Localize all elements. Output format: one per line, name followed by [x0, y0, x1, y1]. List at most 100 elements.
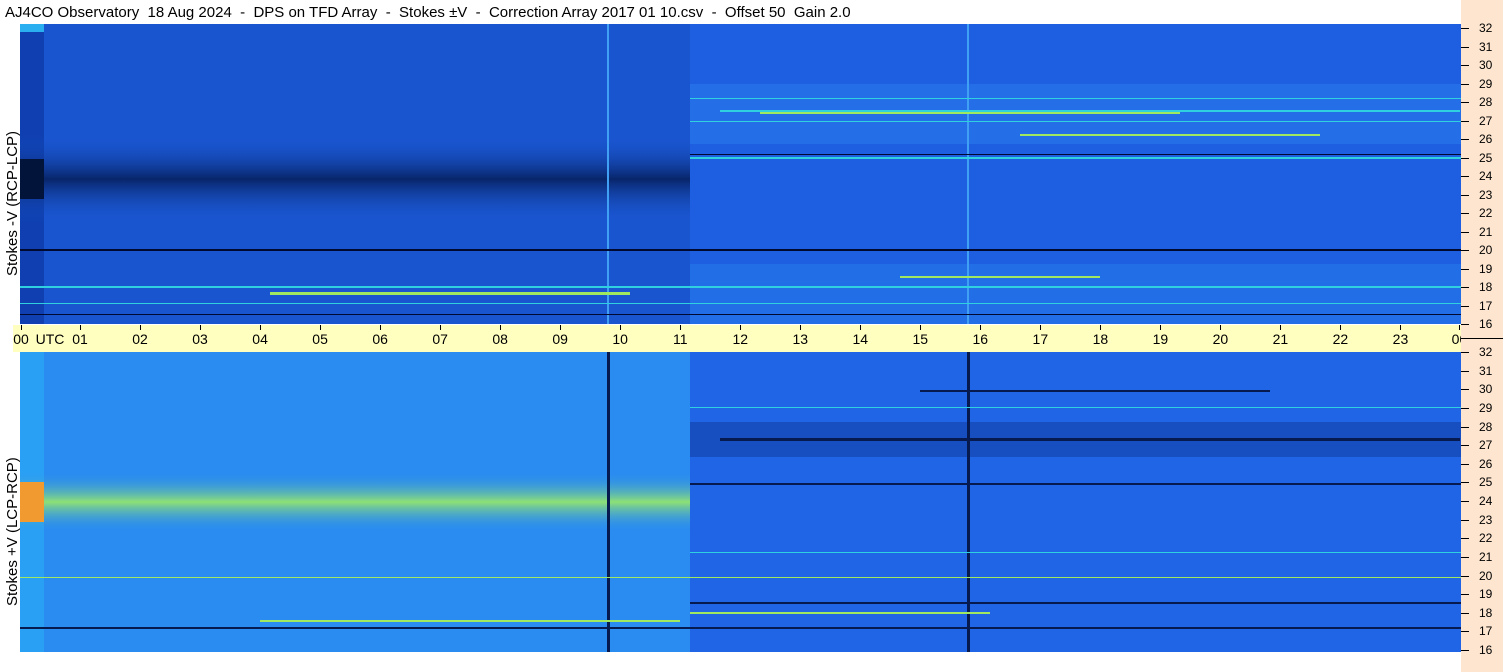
- freq-axis-tick: [1461, 306, 1469, 307]
- time-axis-label-5: 05: [312, 331, 328, 347]
- time-axis-label-2: 02: [132, 331, 148, 347]
- time-axis-label-19: 19: [1152, 331, 1169, 347]
- freq-axis-tick: [1461, 520, 1469, 521]
- freq-label-bottom-23: 23: [1479, 513, 1493, 527]
- freq-axis-tick: [1461, 613, 1469, 614]
- time-axis-tick: [560, 325, 562, 330]
- time-axis-tick: [380, 325, 382, 330]
- freq-label-top-21: 21: [1479, 225, 1493, 239]
- freq-axis-tick: [1461, 287, 1469, 288]
- spectrogram-stokes-plus-v: [20, 352, 1461, 652]
- time-axis-unit-utc: UTC: [35, 331, 65, 347]
- time-axis-label-18: 18: [1092, 331, 1109, 347]
- freq-axis-tick: [1461, 576, 1469, 577]
- freq-label-top-22: 22: [1479, 206, 1493, 220]
- freq-axis-tick: [1461, 389, 1469, 390]
- freq-axis-tick: [1461, 445, 1469, 446]
- freq-axis-tick: [1461, 594, 1469, 595]
- freq-label-bottom-28: 28: [1479, 420, 1493, 434]
- time-axis-tick: [980, 325, 982, 330]
- spectrogram-plus-v-image: [20, 352, 1461, 652]
- time-axis-label-20: 20: [1212, 331, 1229, 347]
- time-axis-tick: [21, 325, 22, 330]
- time-axis-label-8: 08: [492, 331, 508, 347]
- freq-axis-tick: [1461, 408, 1469, 409]
- freq-label-top-30: 30: [1479, 58, 1493, 72]
- time-axis-tick: [1400, 325, 1402, 330]
- freq-axis-tick: [1461, 631, 1469, 632]
- freq-label-top-19: 19: [1479, 262, 1493, 276]
- freq-label-top-18: 18: [1479, 280, 1493, 294]
- freq-axis-tick: [1461, 139, 1469, 140]
- time-axis-label-1: 01: [72, 331, 88, 347]
- freq-label-top-26: 26: [1479, 132, 1493, 146]
- time-axis-label-23: 23: [1392, 331, 1409, 347]
- freq-axis-tick: [1461, 232, 1469, 233]
- time-axis-tick: [920, 325, 922, 330]
- freq-label-bottom-29: 29: [1479, 401, 1493, 415]
- freq-label-top-28: 28: [1479, 95, 1493, 109]
- freq-label-top-24: 24: [1479, 169, 1493, 183]
- ylabel-stokes-plus-v: Stokes +V (LCP-RCP): [4, 457, 21, 606]
- time-axis: 00 UTC 01 02 03 04 05 06 07 08 09 10 11 12 13 14 15 16 17 1…: [13, 325, 1495, 352]
- time-axis-label-11: 11: [672, 331, 688, 347]
- freq-label-bottom-17: 17: [1479, 624, 1493, 638]
- time-axis-label-16: 16: [972, 331, 989, 347]
- freq-axis-separator: [1461, 338, 1503, 339]
- freq-axis-tick: [1461, 538, 1469, 539]
- time-axis-label-0: 00: [13, 331, 29, 347]
- ylabel-stokes-minus-v: Stokes -V (RCP-LCP): [4, 130, 21, 276]
- freq-axis-tick: [1461, 213, 1469, 214]
- freq-axis-tick: [1461, 324, 1469, 325]
- time-axis-label-6: 06: [372, 331, 388, 347]
- freq-axis-tick: [1461, 427, 1469, 428]
- time-axis-tick: [1160, 325, 1162, 330]
- freq-axis-tick: [1461, 158, 1469, 159]
- time-axis-tick: [740, 325, 742, 330]
- freq-label-top-17: 17: [1479, 299, 1493, 313]
- freq-label-bottom-24: 24: [1479, 494, 1493, 508]
- freq-label-top-29: 29: [1479, 77, 1493, 91]
- time-axis-label-22: 22: [1332, 331, 1349, 347]
- time-axis-tick: [800, 325, 802, 330]
- freq-axis-tick: [1461, 195, 1469, 196]
- page-title: AJ4CO Observatory 18 Aug 2024 - DPS on T…: [5, 4, 851, 21]
- time-axis-label-21: 21: [1272, 331, 1289, 347]
- freq-axis-tick: [1461, 121, 1469, 122]
- time-axis-label-7: 07: [432, 331, 448, 347]
- freq-axis-tick: [1461, 47, 1469, 48]
- freq-label-bottom-20: 20: [1479, 569, 1493, 583]
- freq-axis-tick: [1461, 28, 1469, 29]
- freq-label-bottom-19: 19: [1479, 587, 1493, 601]
- time-axis-tick: [140, 325, 142, 330]
- time-axis-tick: [1340, 325, 1342, 330]
- time-axis-label-3: 03: [192, 331, 208, 347]
- time-axis-tick: [320, 325, 322, 330]
- spectrogram-stokes-minus-v: [20, 24, 1461, 324]
- freq-axis-tick: [1461, 65, 1469, 66]
- freq-label-top-16: 16: [1479, 317, 1493, 331]
- freq-axis-tick: [1461, 482, 1469, 483]
- freq-label-top-31: 31: [1479, 40, 1493, 54]
- freq-axis-tick: [1461, 176, 1469, 177]
- freq-label-bottom-21: 21: [1479, 550, 1493, 564]
- freq-label-bottom-31: 31: [1479, 364, 1493, 378]
- freq-label-top-23: 23: [1479, 188, 1493, 202]
- time-axis-label-14: 14: [852, 331, 869, 347]
- freq-label-bottom-16: 16: [1479, 643, 1493, 657]
- freq-axis-tick: [1461, 557, 1469, 558]
- time-axis-tick: [1220, 325, 1222, 330]
- freq-axis-tick: [1461, 84, 1469, 85]
- freq-label-bottom-22: 22: [1479, 531, 1493, 545]
- time-axis-tick: [500, 325, 502, 330]
- freq-label-bottom-26: 26: [1479, 457, 1493, 471]
- frequency-axis: 32 31 30 29 28 27 26 25 24 23 22 21 20 19 18 17 16 32 31 30…: [1461, 0, 1503, 672]
- freq-label-top-20: 20: [1479, 243, 1493, 257]
- time-axis-tick: [200, 325, 202, 330]
- time-axis-label-12: 12: [732, 331, 749, 347]
- freq-label-bottom-32: 32: [1479, 345, 1493, 359]
- time-axis-tick: [1040, 325, 1042, 330]
- time-axis-tick: [440, 325, 442, 330]
- freq-axis-tick: [1461, 650, 1469, 651]
- freq-axis-tick: [1461, 352, 1469, 353]
